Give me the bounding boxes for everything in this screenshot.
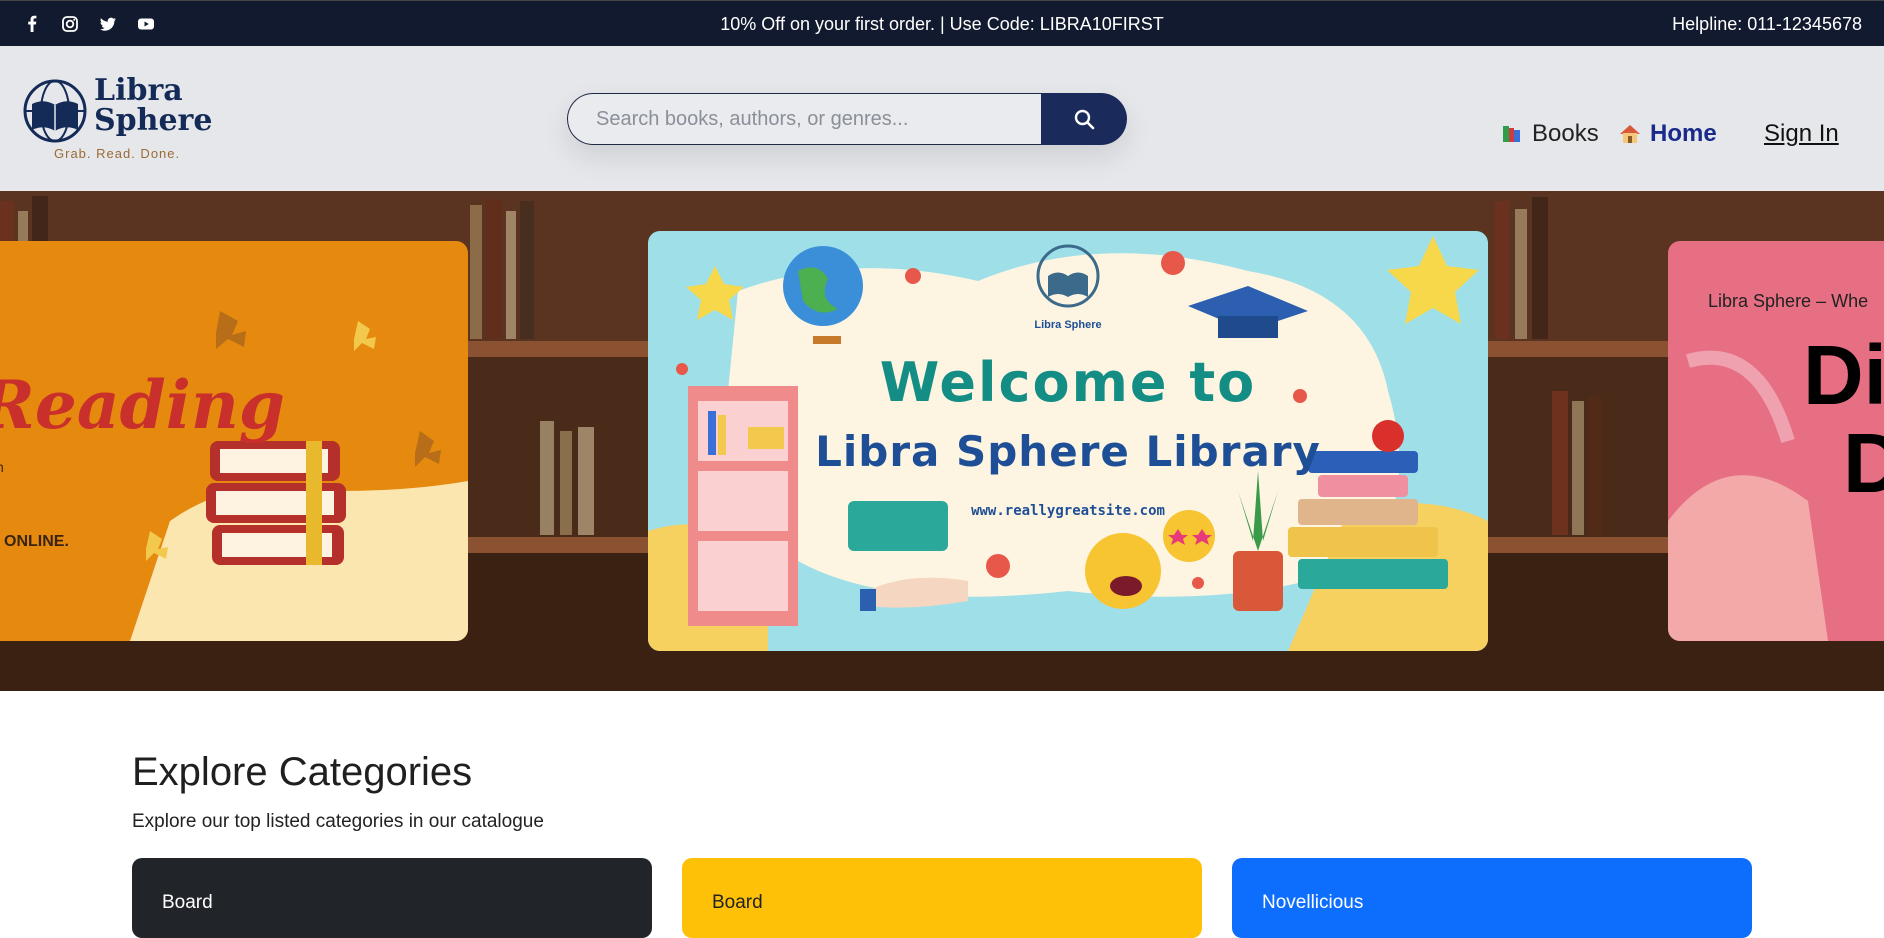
categories-section: Explore Categories Explore our top liste… [132, 750, 1752, 833]
slide-logo-label: Libra Sphere [1034, 319, 1102, 331]
search-button[interactable] [1041, 93, 1127, 145]
logo-tagline: Grab. Read. Done. [54, 146, 181, 161]
logo-line-1: Libra [94, 73, 183, 108]
carousel-slide-active[interactable]: Libra Sphere Welcome to Libra Sphere Lib… [648, 231, 1488, 651]
nav-books-link[interactable]: Books [1500, 120, 1599, 148]
section-subtitle: Explore our top listed categories in our… [132, 811, 544, 832]
category-card[interactable]: Board [682, 858, 1202, 938]
helpline-text: Helpline: 011-12345678 [1672, 14, 1862, 34]
search-icon [1074, 109, 1095, 130]
globe-book-icon [23, 79, 87, 143]
home-icon [1620, 125, 1640, 143]
slide-title: Welcome to [879, 351, 1257, 414]
logo-line-2: Sphere [94, 103, 213, 138]
category-card-label: Board [162, 892, 213, 913]
category-card-label: Novellicious [1262, 892, 1364, 913]
books-icon [1503, 126, 1520, 142]
carousel-slide-next[interactable]: Libra Sphere – Whe Dis D [1668, 241, 1884, 641]
slide-title: Reading [0, 366, 285, 444]
category-cards: Board Board Novellicious [132, 858, 1752, 938]
slide-title-line-1: Dis [1803, 328, 1884, 422]
slide-text-fragment: h [0, 459, 4, 475]
carousel-slide-previous[interactable]: Reading h ONLINE. [0, 241, 468, 641]
sign-in-label: Sign In [1764, 120, 1839, 147]
top-bar: 10% Off on your first order. | Use Code:… [0, 0, 1884, 46]
category-card[interactable]: Board [132, 858, 652, 938]
search-bar [567, 93, 1127, 145]
category-card-label: Board [712, 892, 763, 913]
slide-url: www.reallygreatsite.com [971, 503, 1165, 519]
slide-title: Dis D [1803, 331, 1884, 507]
slide-title-line-2: D [1843, 416, 1884, 510]
site-header: Libra Sphere Grab. Read. Done. Books Hom… [0, 46, 1884, 191]
nav-books-label: Books [1532, 120, 1599, 147]
site-logo[interactable]: Libra Sphere Grab. Read. Done. [22, 74, 212, 174]
slide-caption: Libra Sphere – Whe [1708, 291, 1869, 311]
logo-wordmark: Libra Sphere [94, 76, 212, 136]
nav-home-label: Home [1650, 120, 1717, 147]
slide-online-text: ONLINE. [4, 533, 69, 550]
category-card[interactable]: Novellicious [1232, 858, 1752, 938]
nav-home-link[interactable]: Home [1618, 120, 1717, 148]
slide-subtitle: Libra Sphere Library [815, 427, 1321, 476]
promo-banner: 10% Off on your first order. | Use Code:… [720, 14, 1164, 34]
hero-carousel[interactable]: Reading h ONLINE. [0, 191, 1884, 691]
search-input[interactable] [567, 93, 1041, 145]
sign-in-link[interactable]: Sign In [1764, 120, 1839, 148]
section-title: Explore Categories [132, 750, 473, 794]
